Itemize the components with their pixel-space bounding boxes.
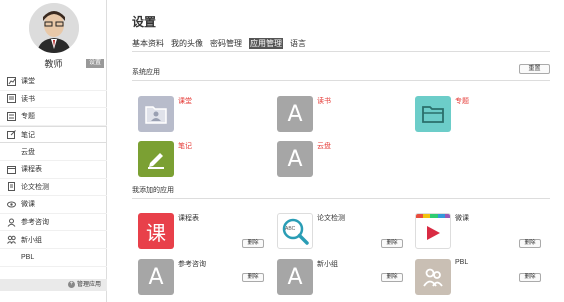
- app-name: 微课: [455, 215, 469, 222]
- folder-icon: [415, 96, 451, 132]
- sidebar-item-label: 云盘: [21, 148, 35, 156]
- chart-icon: [6, 76, 16, 86]
- app-name: 读书: [317, 98, 331, 105]
- sidebar-item-topics[interactable]: 专题: [0, 108, 107, 126]
- app-microclass[interactable]: 微课 删除: [415, 213, 555, 253]
- manage-apps-label: 管理应用: [76, 282, 101, 288]
- app-notes[interactable]: 笔记: [138, 141, 278, 181]
- sidebar-item-label: 课程表: [21, 166, 42, 174]
- delete-button[interactable]: 删除: [519, 273, 541, 282]
- sidebar-item-reading[interactable]: 读书: [0, 91, 107, 109]
- document-icon: [6, 182, 16, 192]
- sidebar-item-group[interactable]: 新小组: [0, 231, 107, 249]
- app-group[interactable]: A 新小组 删除: [277, 259, 417, 299]
- classroom-icon: [138, 96, 174, 132]
- delete-button[interactable]: 删除: [381, 273, 403, 282]
- app-name: 云盘: [317, 143, 331, 150]
- avatar[interactable]: [29, 3, 79, 53]
- app-paper-check[interactable]: ABC 论文检测 删除: [277, 213, 417, 253]
- play-icon: [415, 213, 451, 249]
- divider: [132, 51, 550, 52]
- app-name: 专题: [455, 98, 469, 105]
- sidebar-item-label: 笔记: [21, 131, 35, 139]
- my-apps-label: 我添加的应用: [132, 187, 174, 194]
- settings-button[interactable]: 设置: [86, 59, 104, 68]
- eye-icon: [6, 199, 16, 209]
- page-title: 设置: [132, 15, 157, 29]
- main-panel: 设置 基本资料 我的头像 密码管理 应用管理 语言 系统应用 重置 课堂 A 读…: [107, 0, 564, 302]
- sidebar-item-paper-check[interactable]: 论文检测: [0, 179, 107, 197]
- delete-button[interactable]: 删除: [519, 239, 541, 248]
- sidebar: 教师 设置 课堂 读书 专题 笔记 云盘 课程表 论文检测 微课 参考咨询 新小…: [0, 0, 107, 302]
- tab-password[interactable]: 密码管理: [210, 38, 242, 49]
- people-icon: [415, 259, 451, 295]
- app-name: 笔记: [178, 143, 192, 150]
- sidebar-item-label: PBL: [21, 253, 35, 261]
- sidebar-item-label: 参考咨询: [21, 219, 49, 227]
- letter-a-icon: A: [138, 259, 174, 295]
- sidebar-item-label: 专题: [21, 113, 35, 121]
- sidebar-item-label: 新小组: [21, 236, 42, 244]
- tab-avatar[interactable]: 我的头像: [171, 38, 203, 49]
- list-icon: [6, 111, 16, 121]
- calendar-icon: [6, 164, 16, 174]
- sidebar-item-pbl[interactable]: PBL: [0, 249, 107, 267]
- delete-button[interactable]: 删除: [242, 273, 264, 282]
- people-icon: [6, 217, 16, 227]
- letter-a-icon: A: [277, 141, 313, 177]
- sidebar-item-consult[interactable]: 参考咨询: [0, 214, 107, 232]
- sidebar-item-microclass[interactable]: 微课: [0, 196, 107, 214]
- tab-language[interactable]: 语言: [290, 38, 306, 49]
- divider: [132, 80, 550, 81]
- app-classroom[interactable]: 课堂: [138, 96, 278, 136]
- edit-icon: [6, 130, 16, 140]
- settings-tabs: 基本资料 我的头像 密码管理 应用管理 语言: [132, 38, 313, 49]
- sidebar-item-notes[interactable]: 笔记: [0, 125, 107, 144]
- manage-apps-button[interactable]: + 管理应用: [0, 279, 107, 291]
- sidebar-item-cloud[interactable]: 云盘: [0, 143, 107, 161]
- sidebar-item-label: 读书: [21, 95, 35, 103]
- letter-a-icon: A: [277, 96, 313, 132]
- abc-label: ABC: [285, 226, 296, 232]
- sidebar-item-classroom[interactable]: 课堂: [0, 73, 107, 91]
- reset-button[interactable]: 重置: [519, 64, 550, 74]
- app-timetable[interactable]: 课 课程表 删除: [138, 213, 278, 253]
- delete-button[interactable]: 删除: [381, 239, 403, 248]
- app-cloud[interactable]: A 云盘: [277, 141, 417, 181]
- app-pbl[interactable]: PBL 删除: [415, 259, 555, 299]
- sidebar-item-label: 论文检测: [21, 183, 49, 191]
- app-topics[interactable]: 专题: [415, 96, 555, 136]
- plus-icon: +: [67, 280, 75, 288]
- app-consult[interactable]: A 参考咨询 删除: [138, 259, 278, 299]
- pen-icon: [138, 141, 174, 177]
- group-icon: [6, 235, 16, 245]
- app-reading[interactable]: A 读书: [277, 96, 417, 136]
- sidebar-item-timetable[interactable]: 课程表: [0, 161, 107, 179]
- app-name: 课堂: [178, 98, 192, 105]
- system-apps-label: 系统应用: [132, 69, 160, 76]
- app-name: 课程表: [178, 215, 199, 222]
- app-name: 参考咨询: [178, 261, 206, 268]
- abc-search-icon: ABC: [277, 213, 313, 249]
- sidebar-nav: 课堂 读书 专题 笔记 云盘 课程表 论文检测 微课 参考咨询 新小组 PBL: [0, 73, 107, 267]
- sidebar-item-label: 微课: [21, 201, 35, 209]
- tab-profile[interactable]: 基本资料: [132, 38, 164, 49]
- app-name: PBL: [455, 259, 469, 266]
- divider: [132, 198, 550, 199]
- letter-a-icon: A: [277, 259, 313, 295]
- book-icon: [6, 94, 16, 104]
- tab-app-management[interactable]: 应用管理: [249, 38, 283, 49]
- delete-button[interactable]: 删除: [242, 239, 264, 248]
- app-name: 论文检测: [317, 215, 345, 222]
- sidebar-item-label: 课堂: [21, 78, 35, 86]
- timetable-icon: 课: [138, 213, 174, 249]
- app-name: 新小组: [317, 261, 338, 268]
